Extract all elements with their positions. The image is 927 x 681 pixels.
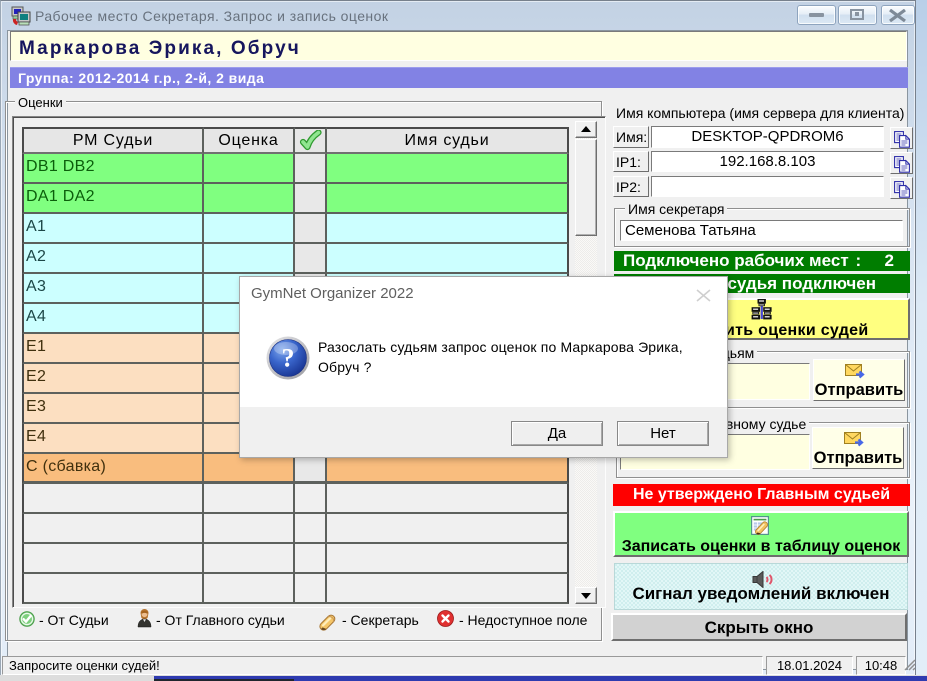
svg-text:?: ? bbox=[282, 344, 295, 373]
